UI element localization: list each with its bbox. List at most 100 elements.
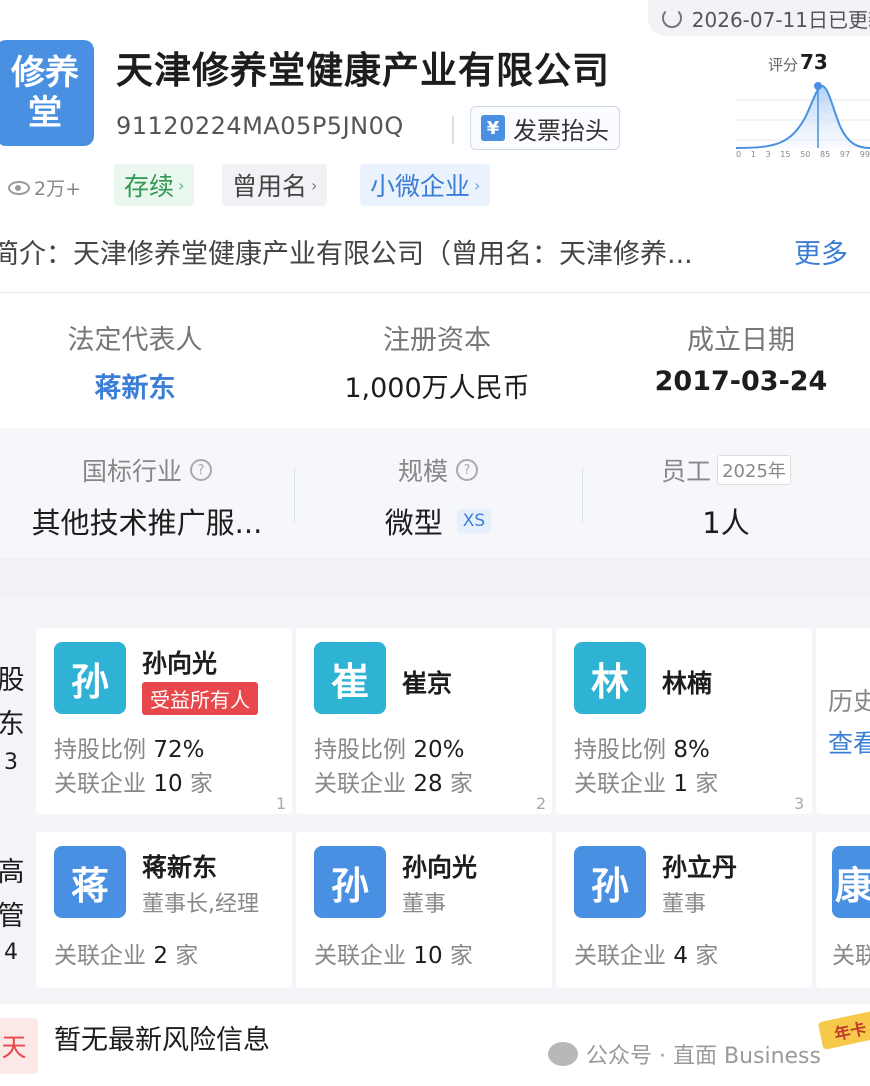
chevron-right-icon: ›: [178, 175, 185, 195]
intro-more-link[interactable]: 更多: [794, 232, 848, 271]
founded-label: 成立日期: [687, 325, 795, 356]
related-companies[interactable]: 关联企业 10 家: [54, 764, 213, 798]
scale-label: 规模: [397, 457, 448, 486]
score-card[interactable]: 评分 73 0 1 3 15 50 85 97 99: [736, 46, 870, 164]
update-text: 2026-07-11日已更新: [691, 7, 870, 32]
avatar: 蒋: [54, 846, 126, 918]
score-axis-tick: 99: [859, 150, 870, 159]
tag-former-name-label: 曾用名: [232, 172, 308, 201]
history-card[interactable]: [816, 628, 870, 814]
avatar: 孙: [314, 846, 386, 918]
card-index: 2: [536, 794, 547, 813]
related-label: 关联企业: [574, 943, 666, 969]
staff-year-badge[interactable]: 2025年: [717, 455, 791, 485]
divider: [0, 292, 870, 293]
company-name: 天津修养堂健康产业有限公司: [116, 49, 610, 92]
related-label: 关联企业: [314, 771, 406, 797]
watermark-text: 公众号 · 直面 Business: [586, 1044, 821, 1069]
eye-icon: [8, 180, 30, 195]
industry-label-row[interactable]: 国标行业 ?: [0, 452, 294, 488]
update-status[interactable]: 2026-07-11日已更新: [648, 0, 870, 36]
share-ratio: 持股比例 72%: [54, 730, 204, 764]
related-unit: 家: [189, 771, 213, 797]
score-axis-tick: 3: [765, 150, 771, 159]
share-ratio-value: 20%: [413, 737, 465, 763]
related-label: 关联企业: [314, 943, 406, 969]
related-label: 关联企业: [54, 771, 146, 797]
intro-prefix: 简介：: [0, 239, 73, 270]
capital-value: 1,000万人民币: [344, 373, 530, 404]
industry-value[interactable]: 其他技术推广服...: [0, 500, 294, 542]
tag-status[interactable]: 存续 ›: [114, 164, 195, 206]
score-value: 73: [800, 50, 828, 74]
managers-side-label: 管: [0, 901, 25, 932]
staff-label-row[interactable]: 员工 2025年: [582, 452, 870, 488]
tag-small-business-label: 小微企业: [370, 172, 471, 201]
shareholders-count: 3: [4, 750, 18, 775]
manager-role: 董事: [662, 892, 707, 917]
scale-value-row: 微型 XS: [294, 500, 582, 542]
credit-code[interactable]: 91120224MA05P5JN0Q: [116, 112, 404, 140]
related-companies[interactable]: 关联企业 4 家: [574, 936, 718, 970]
related-companies[interactable]: 关联企业 10 家: [314, 936, 473, 970]
card-index: 3: [794, 794, 805, 813]
scale-label-row[interactable]: 规模 ?: [294, 452, 582, 488]
legal-rep-value[interactable]: 蒋新东: [0, 366, 280, 405]
share-ratio-value: 72%: [153, 737, 205, 763]
related-count: 28: [413, 771, 443, 797]
wechat-icon: [548, 1042, 578, 1066]
related-unit: 家: [449, 771, 473, 797]
scale-value: 微型: [384, 506, 443, 540]
company-intro[interactable]: 简介：天津修养堂健康产业有限公司（曾用名：天津修养...: [0, 232, 693, 271]
shareholder-name[interactable]: 崔京: [402, 664, 452, 700]
managers-count: 4: [4, 940, 18, 965]
manager-name[interactable]: 孙向光: [402, 848, 477, 884]
related-label: 关联企业: [54, 943, 146, 969]
score-axis-tick: 85: [820, 150, 831, 159]
staff-value: 1人: [702, 506, 750, 540]
founded-value: 2017-03-24: [654, 366, 828, 397]
related-count: 1: [673, 771, 688, 797]
shareholder-name[interactable]: 孙向光: [142, 644, 217, 680]
history-link[interactable]: 查看: [828, 724, 870, 760]
manager-name[interactable]: 孙立丹: [662, 848, 737, 884]
capital-label: 注册资本: [383, 325, 491, 356]
shareholders-side-label: 东: [0, 709, 25, 740]
managers-side-label: 高: [0, 857, 25, 888]
help-icon[interactable]: ?: [190, 459, 212, 481]
related-companies[interactable]: 关联企业 28 家: [314, 764, 473, 798]
related-companies[interactable]: 关联企业 2 家: [54, 936, 198, 970]
tag-small-business[interactable]: 小微企业 ›: [360, 164, 491, 206]
tag-status-label: 存续: [124, 172, 175, 201]
view-count-text: 2万+: [34, 178, 82, 200]
card-index: 1: [276, 794, 287, 813]
industry-label: 国标行业: [81, 457, 182, 486]
risk-text: 暂无最新风险信息: [54, 1025, 270, 1056]
shareholder-name[interactable]: 林楠: [662, 664, 712, 700]
invoice-title-button[interactable]: ¥ 发票抬头: [470, 106, 620, 150]
view-count: 2万+: [8, 174, 81, 201]
score-axis-tick: 15: [780, 150, 791, 159]
related-unit: 家: [175, 943, 199, 969]
related-companies[interactable]: 关联企业 1 家: [574, 764, 718, 798]
shareholders-side-label: 股: [0, 665, 25, 696]
related-label[interactable]: 关联: [832, 936, 870, 970]
related-count: 2: [153, 943, 168, 969]
divider: [452, 116, 454, 144]
watermark: 公众号 · 直面 Business: [548, 1038, 821, 1070]
manager-role: 董事长,经理: [142, 892, 259, 917]
intro-text: 天津修养堂健康产业有限公司（曾用名：天津修养...: [73, 239, 693, 270]
tag-former-name[interactable]: 曾用名 ›: [222, 164, 328, 206]
risk-tag: 天: [0, 1018, 38, 1074]
invoice-label: 发票抬头: [513, 116, 609, 145]
share-ratio-label: 持股比例: [314, 737, 406, 763]
scale-badge: XS: [456, 509, 492, 533]
manager-name[interactable]: 蒋新东: [142, 848, 217, 884]
invoice-icon: ¥: [481, 115, 505, 141]
related-unit: 家: [695, 943, 719, 969]
related-count: 10: [413, 943, 443, 969]
help-icon[interactable]: ?: [456, 459, 478, 481]
avatar: 孙: [54, 642, 126, 714]
avatar: 康: [832, 846, 870, 918]
share-ratio-label: 持股比例: [574, 737, 666, 763]
